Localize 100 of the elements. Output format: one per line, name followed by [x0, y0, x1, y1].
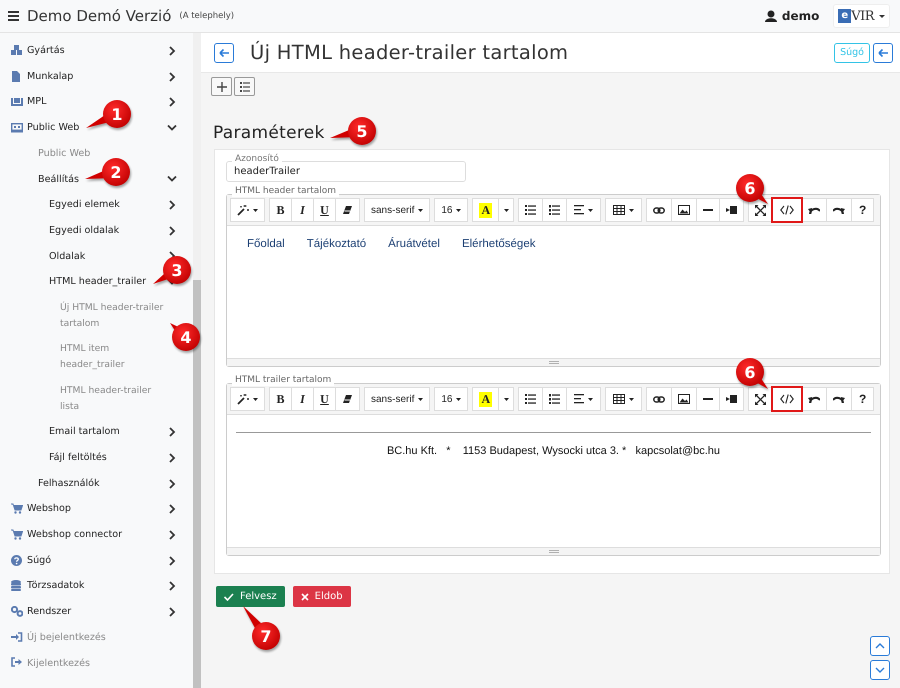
- horizontal-rule-button[interactable]: [696, 387, 720, 411]
- user-name: demo: [782, 9, 820, 23]
- font-family-dropdown[interactable]: sans-serif: [364, 387, 430, 411]
- bulleted-list-button[interactable]: [518, 198, 544, 222]
- wand-icon: [237, 204, 249, 216]
- align-left-icon: [574, 205, 584, 215]
- align-left-button[interactable]: [566, 387, 602, 411]
- picture-button[interactable]: [671, 198, 698, 222]
- sidebar-item[interactable]: MPL: [27, 94, 46, 110]
- table-button[interactable]: [605, 198, 642, 222]
- nav-link[interactable]: Áruátvétel: [388, 238, 440, 250]
- sidebar-item[interactable]: Email tartalom: [49, 424, 120, 440]
- grip-icon: [548, 361, 558, 364]
- underline-button[interactable]: U: [313, 198, 336, 222]
- page-title: Új HTML header-trailer tartalom: [250, 41, 568, 64]
- eraser-button[interactable]: [335, 198, 360, 222]
- caret-icon: [588, 398, 594, 400]
- italic-button[interactable]: I: [291, 387, 314, 411]
- scroll-up-button[interactable]: [870, 636, 890, 656]
- video-icon: [726, 395, 738, 403]
- sidebar-item[interactable]: Törzsadatok: [27, 578, 84, 594]
- link-button[interactable]: [646, 387, 672, 411]
- help-button[interactable]: ?: [851, 387, 874, 411]
- text-color-button[interactable]: A: [472, 387, 500, 411]
- resize-handle[interactable]: [227, 358, 880, 366]
- bold-button[interactable]: B: [269, 198, 292, 222]
- fullscreen-icon: [755, 204, 766, 216]
- italic-button[interactable]: I: [291, 198, 314, 222]
- code-view-button[interactable]: [772, 387, 802, 411]
- link-button[interactable]: [646, 198, 672, 222]
- code-view-button[interactable]: [772, 198, 802, 222]
- back-button[interactable]: [214, 42, 234, 62]
- nav-link[interactable]: Tájékoztató: [306, 238, 366, 250]
- input-field[interactable]: headerTrailer: [226, 161, 466, 182]
- back-arrow-icon: [218, 48, 230, 58]
- wand-button[interactable]: [230, 198, 265, 222]
- logo-menu[interactable]: e VIR: [833, 4, 890, 28]
- color-dropdown-button[interactable]: [498, 198, 514, 222]
- eraser-icon: [342, 394, 353, 404]
- add-button[interactable]: [211, 77, 232, 96]
- scrollbar[interactable]: [193, 33, 201, 688]
- sidebar-item[interactable]: Rendszer: [27, 604, 72, 620]
- align-left-button[interactable]: [566, 198, 602, 222]
- caret-icon: [456, 208, 462, 212]
- numbered-list-button[interactable]: [542, 198, 568, 222]
- sidebar-item[interactable]: Webshop: [27, 501, 71, 518]
- sidebar-item[interactable]: Egyedi elemek: [49, 197, 120, 213]
- font-family-dropdown[interactable]: sans-serif: [364, 198, 430, 222]
- caret-icon: [629, 208, 634, 212]
- video-button[interactable]: [719, 387, 744, 411]
- sidebar-item[interactable]: Oldalak: [49, 248, 86, 264]
- sidebar-item[interactable]: Egyedi oldalak: [49, 222, 120, 239]
- help-button[interactable]: ?: [851, 198, 874, 222]
- section-heading: Paraméterek: [213, 123, 325, 143]
- nav-link[interactable]: Főoldal: [247, 238, 285, 250]
- sidebar-item[interactable]: Gyártás: [27, 43, 65, 59]
- table-button[interactable]: [605, 387, 642, 411]
- sidebar-item[interactable]: Fájl feltöltés: [49, 450, 107, 466]
- redo-button[interactable]: [826, 387, 852, 411]
- color-dropdown-button[interactable]: [498, 387, 514, 411]
- wand-button[interactable]: [230, 387, 265, 411]
- bold-button[interactable]: B: [269, 387, 292, 411]
- font-size-dropdown[interactable]: 16: [434, 198, 468, 222]
- save-button[interactable]: Felvesz: [216, 586, 285, 607]
- bulleted-list-icon: [525, 394, 536, 404]
- eraser-button[interactable]: [335, 387, 360, 411]
- step-marker: 4: [169, 322, 201, 352]
- back-button[interactable]: [873, 42, 893, 62]
- discard-button[interactable]: Eldob: [292, 586, 351, 607]
- sidebar-item[interactable]: Munkalap: [27, 68, 74, 84]
- rich-text-editor[interactable]: B I U sans-serif 16 A ? BC.hu Kft. * 1153 Budapest, Wysocki utca 3. * kapcsolat@bc.hu: [226, 383, 881, 556]
- table-icon: [613, 394, 626, 404]
- sidebar-item[interactable]: Súgó: [27, 552, 52, 568]
- bulleted-list-button[interactable]: [518, 387, 544, 411]
- sidebar-item[interactable]: HTML header_trailer: [49, 274, 146, 290]
- sidebar-item[interactable]: Felhasználók: [38, 476, 100, 492]
- table-icon: [613, 205, 626, 215]
- align-left-icon: [574, 394, 584, 404]
- resize-handle[interactable]: [227, 547, 880, 555]
- numbered-list-button[interactable]: [542, 387, 568, 411]
- database-icon: [11, 580, 23, 592]
- user-icon: [764, 10, 777, 22]
- rich-text-editor[interactable]: B I U sans-serif 16 A ? Főoldal Tájékoztató Áruátvétel Elérhetőségek: [226, 194, 881, 367]
- list-button[interactable]: [234, 77, 255, 96]
- scroll-down-button[interactable]: [870, 660, 890, 680]
- horizontal-rule-button[interactable]: [696, 198, 720, 222]
- redo-button[interactable]: [826, 198, 852, 222]
- font-size-dropdown[interactable]: 16: [434, 387, 468, 411]
- underline-button[interactable]: U: [313, 387, 336, 411]
- sidebar-item[interactable]: Public Web: [27, 120, 80, 136]
- sidebar-item[interactable]: Webshop connector: [27, 527, 122, 543]
- picture-button[interactable]: [671, 387, 698, 411]
- help-icon: [11, 554, 23, 567]
- text-color-button[interactable]: A: [472, 198, 500, 222]
- fullscreen-button[interactable]: [748, 387, 774, 411]
- numbered-list-icon: [549, 205, 560, 215]
- sidebar-item[interactable]: Beállítás: [38, 172, 79, 188]
- footer-text: BC.hu Kft. * 1153 Budapest, Wysocki utca 3. * kapcsolat@bc.hu: [386, 445, 722, 457]
- nav-link[interactable]: Elérhetőségek: [462, 238, 536, 250]
- video-button[interactable]: [719, 198, 744, 222]
